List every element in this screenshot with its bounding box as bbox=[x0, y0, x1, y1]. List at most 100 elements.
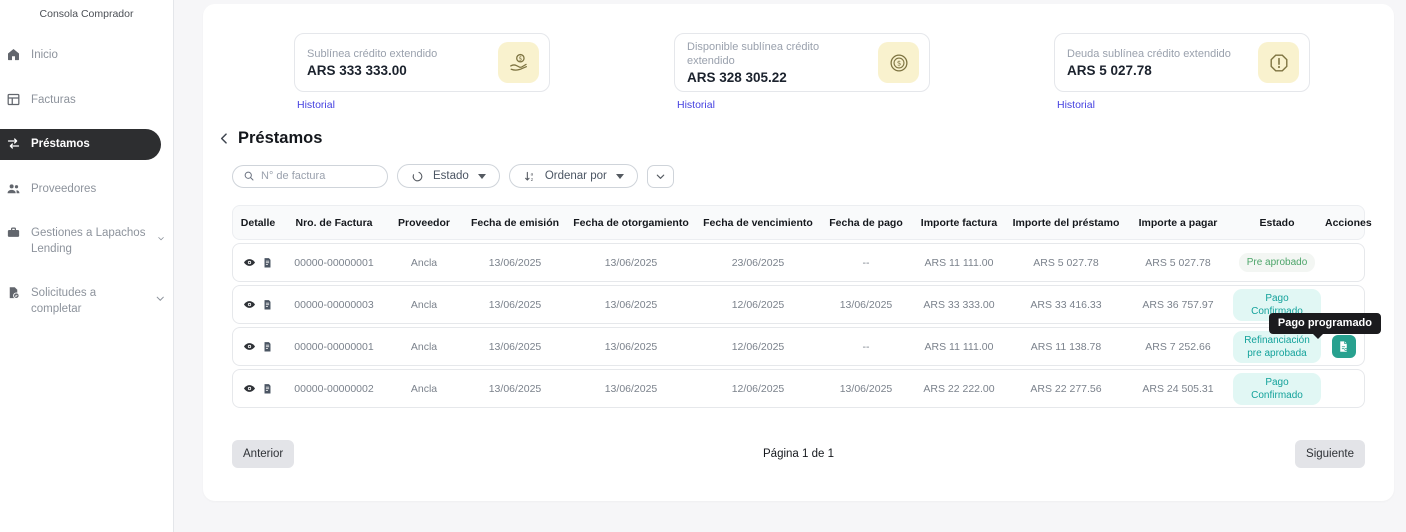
due-date: 12/06/2025 bbox=[695, 381, 821, 397]
view-detail-icon[interactable] bbox=[243, 340, 256, 353]
payable-amount: ARS 5 027.78 bbox=[1125, 255, 1231, 271]
document-icon[interactable] bbox=[262, 340, 273, 353]
coin-icon: $ bbox=[878, 42, 919, 83]
loan-amount: ARS 11 138.78 bbox=[1007, 339, 1125, 355]
header-estado: Estado bbox=[1231, 217, 1323, 229]
due-date: 23/06/2025 bbox=[695, 255, 821, 271]
svg-text:z: z bbox=[531, 177, 534, 182]
table-row: 00000-00000001 Ancla 13/06/2025 13/06/20… bbox=[232, 327, 1365, 366]
estado-filter-button[interactable]: Estado bbox=[397, 164, 500, 188]
table-header: Detalle Nro. de Factura Proveedor Fecha … bbox=[232, 205, 1365, 240]
alert-icon bbox=[1258, 42, 1299, 83]
document-icon[interactable] bbox=[262, 256, 273, 269]
next-page-button[interactable]: Siguiente bbox=[1295, 440, 1365, 468]
invoices-icon bbox=[6, 92, 21, 107]
ordenar-por-label: Ordenar por bbox=[545, 170, 607, 182]
table-row: 00000-00000002 Ancla 13/06/2025 13/06/20… bbox=[232, 369, 1365, 408]
previous-page-button[interactable]: Anterior bbox=[232, 440, 294, 468]
suppliers-icon bbox=[6, 181, 21, 196]
sidebar-item-solicitudes[interactable]: Solicitudes a completar bbox=[0, 278, 173, 324]
invoice-number: 00000-00000002 bbox=[283, 381, 385, 397]
sidebar-item-label: Gestiones a Lapachos Lending bbox=[31, 225, 147, 257]
grant-date: 13/06/2025 bbox=[567, 255, 695, 271]
app-title: Consola Comprador bbox=[0, 8, 173, 20]
svg-text:$: $ bbox=[518, 55, 522, 62]
header-nro-factura: Nro. de Factura bbox=[283, 217, 385, 229]
header-fecha-emision: Fecha de emisión bbox=[463, 217, 567, 229]
svg-text:$: $ bbox=[896, 59, 900, 67]
expand-filters-button[interactable] bbox=[647, 165, 674, 188]
requests-icon bbox=[6, 285, 21, 300]
debt-card: Deuda sublínea crédito extendido ARS 5 0… bbox=[1054, 33, 1310, 113]
payable-amount: ARS 7 252.66 bbox=[1125, 339, 1231, 355]
header-fecha-otorgamiento: Fecha de otorgamiento bbox=[567, 217, 695, 229]
grant-date: 13/06/2025 bbox=[567, 339, 695, 355]
header-proveedor: Proveedor bbox=[385, 217, 463, 229]
card-label: Disponible sublínea crédito extendido bbox=[687, 40, 852, 69]
page-info: Página 1 de 1 bbox=[763, 448, 834, 460]
sidebar: Consola Comprador Inicio Facturas Présta… bbox=[0, 0, 174, 532]
chevron-down-icon bbox=[655, 171, 666, 182]
chevron-down-icon bbox=[157, 233, 165, 244]
header-importe-prestamo: Importe del préstamo bbox=[1007, 217, 1125, 229]
historial-link[interactable]: Historial bbox=[677, 99, 715, 111]
payable-amount: ARS 24 505.31 bbox=[1125, 381, 1231, 397]
invoice-number: 00000-00000003 bbox=[283, 297, 385, 313]
document-icon[interactable] bbox=[262, 298, 273, 311]
historial-link[interactable]: Historial bbox=[1057, 99, 1095, 111]
chevron-down-icon bbox=[155, 293, 166, 304]
loan-amount: ARS 5 027.78 bbox=[1007, 255, 1125, 271]
issue-date: 13/06/2025 bbox=[463, 339, 567, 355]
sidebar-item-prestamos[interactable]: Préstamos bbox=[0, 129, 161, 160]
sidebar-item-inicio[interactable]: Inicio bbox=[0, 40, 173, 71]
header-fecha-vencimiento: Fecha de vencimiento bbox=[695, 217, 821, 229]
sidebar-item-label: Préstamos bbox=[31, 136, 90, 153]
invoice-amount: ARS 33 333.00 bbox=[911, 297, 1007, 313]
header-acciones: Acciones bbox=[1323, 217, 1364, 229]
issue-date: 13/06/2025 bbox=[463, 297, 567, 313]
card-amount: ARS 328 305.22 bbox=[687, 70, 852, 85]
invoice-search[interactable] bbox=[232, 165, 388, 188]
filter-bar: Estado az Ordenar por bbox=[232, 164, 1394, 188]
payment-date: 13/06/2025 bbox=[821, 381, 911, 397]
loans-icon bbox=[6, 136, 21, 151]
invoice-number: 00000-00000001 bbox=[283, 339, 385, 355]
status-badge: Refinanciación pre aprobada bbox=[1233, 331, 1321, 363]
sidebar-item-label: Proveedores bbox=[31, 181, 96, 198]
provider: Ancla bbox=[385, 381, 463, 397]
payment-date: -- bbox=[821, 339, 911, 355]
search-input[interactable] bbox=[261, 170, 377, 182]
status-badge: Pago Confirmado bbox=[1233, 373, 1321, 405]
summary-cards: Sublínea crédito extendido ARS 333 333.0… bbox=[203, 4, 1394, 113]
header-importe-factura: Importe factura bbox=[911, 217, 1007, 229]
historial-link[interactable]: Historial bbox=[297, 99, 335, 111]
loans-table: Detalle Nro. de Factura Proveedor Fecha … bbox=[232, 205, 1365, 408]
payable-amount: ARS 36 757.97 bbox=[1125, 297, 1231, 313]
chevron-left-icon[interactable] bbox=[217, 131, 232, 146]
sidebar-item-label: Solicitudes a completar bbox=[31, 285, 145, 317]
view-detail-icon[interactable] bbox=[243, 298, 256, 311]
search-icon bbox=[243, 170, 255, 182]
view-detail-icon[interactable] bbox=[243, 256, 256, 269]
sidebar-item-facturas[interactable]: Facturas bbox=[0, 85, 173, 116]
caret-down-icon bbox=[478, 174, 486, 179]
sidebar-item-gestiones[interactable]: Gestiones a Lapachos Lending bbox=[0, 218, 173, 264]
card-label: Sublínea crédito extendido bbox=[307, 47, 437, 61]
ordenar-por-button[interactable]: az Ordenar por bbox=[509, 164, 638, 188]
tooltip-pago-programado: Pago programado bbox=[1269, 313, 1381, 334]
view-detail-icon[interactable] bbox=[243, 382, 256, 395]
status-circle-icon bbox=[411, 170, 424, 183]
sidebar-item-proveedores[interactable]: Proveedores bbox=[0, 174, 173, 205]
main-area: Sublínea crédito extendido ARS 333 333.0… bbox=[174, 0, 1406, 532]
schedule-payment-button[interactable] bbox=[1332, 335, 1356, 358]
table-row: 00000-00000001 Ancla 13/06/2025 13/06/20… bbox=[232, 243, 1365, 282]
loan-amount: ARS 22 277.56 bbox=[1007, 381, 1125, 397]
grant-date: 13/06/2025 bbox=[567, 381, 695, 397]
page-title: Préstamos bbox=[238, 129, 322, 148]
document-icon[interactable] bbox=[262, 382, 273, 395]
provider: Ancla bbox=[385, 297, 463, 313]
card-amount: ARS 333 333.00 bbox=[307, 63, 437, 78]
header-importe-pagar: Importe a pagar bbox=[1125, 217, 1231, 229]
payment-file-icon bbox=[1337, 340, 1350, 353]
due-date: 12/06/2025 bbox=[695, 297, 821, 313]
